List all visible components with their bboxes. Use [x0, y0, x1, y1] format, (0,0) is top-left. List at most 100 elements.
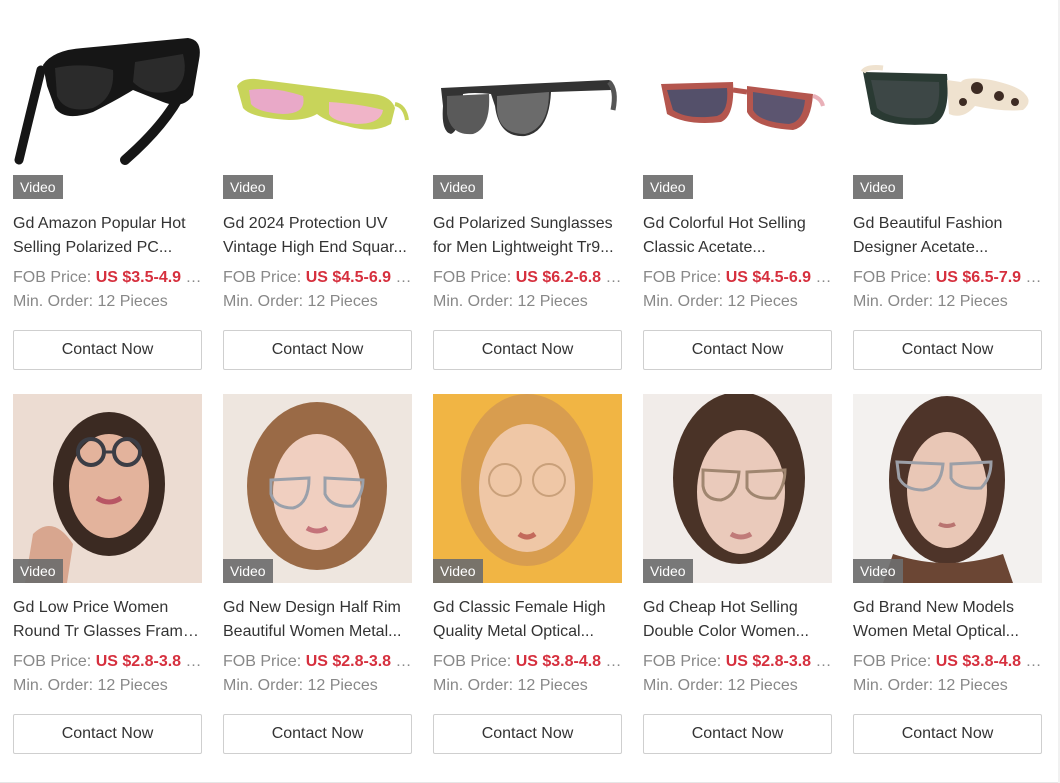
product-price: FOB Price: US $3.8-4.8 /...: [433, 650, 622, 674]
product-title[interactable]: Gd Cheap Hot Selling Double Color Women.…: [643, 596, 832, 644]
acetate-sunglasses-image: [860, 65, 1029, 125]
product-image[interactable]: Video: [13, 10, 202, 199]
contact-now-button[interactable]: Contact Now: [13, 714, 202, 754]
min-order: Min. Order: 12 Pieces: [223, 677, 378, 694]
product-price: FOB Price: US $4.5-6.9 /...: [223, 266, 412, 290]
product-price: FOB Price: US $2.8-3.8 /...: [13, 650, 202, 674]
product-card: Video Gd Low Price Women Round Tr Glasse…: [13, 394, 202, 761]
product-title-line[interactable]: Gd New Design Half Rim: [223, 596, 412, 620]
product-price: FOB Price: US $4.5-6.9 /...: [643, 266, 832, 290]
product-title-line[interactable]: Gd Low Price Women: [13, 596, 202, 620]
price-suffix: /...: [1025, 653, 1042, 670]
price-suffix: /...: [185, 653, 202, 670]
polarized-sunglasses-image: [441, 80, 617, 137]
product-image[interactable]: Video: [223, 394, 412, 583]
product-title-line[interactable]: Gd Colorful Hot Selling: [643, 212, 832, 236]
product-grid-page: Video Gd Amazon Popular Hot Selling Pola…: [0, 0, 1060, 783]
product-price: FOB Price: US $6.5-7.9 /...: [853, 266, 1042, 290]
product-title[interactable]: Gd Polarized Sunglasses for Men Lightwei…: [433, 212, 622, 260]
product-price: FOB Price: US $6.2-6.8 /...: [433, 266, 622, 290]
price-amount: US $3.5-4.9: [95, 269, 182, 286]
product-card: Video Gd 2024 Protection UV Vintage High…: [223, 10, 412, 377]
contact-now-button[interactable]: Contact Now: [643, 330, 832, 370]
contact-now-button[interactable]: Contact Now: [853, 714, 1042, 754]
contact-now-button[interactable]: Contact Now: [223, 330, 412, 370]
product-card: Video Gd Polarized Sunglasses for Men Li…: [433, 10, 622, 377]
product-title-line[interactable]: Gd Brand New Models: [853, 596, 1042, 620]
product-title[interactable]: Gd Brand New Models Women Metal Optical.…: [853, 596, 1042, 644]
min-order: Min. Order: 12 Pieces: [643, 677, 798, 694]
product-title-line[interactable]: Gd Classic Female High: [433, 596, 622, 620]
price-label: FOB Price:: [13, 269, 92, 286]
product-image[interactable]: Video: [433, 10, 622, 199]
price-suffix: /...: [1025, 269, 1042, 286]
price-label: FOB Price:: [643, 269, 722, 286]
price-amount: US $4.5-6.9: [305, 269, 392, 286]
price-suffix: /...: [395, 269, 412, 286]
product-image[interactable]: Video: [853, 394, 1042, 583]
video-badge: Video: [13, 559, 63, 583]
product-grid: Video Gd Amazon Popular Hot Selling Pola…: [13, 10, 1042, 761]
product-title-line[interactable]: Women Metal Optical...: [853, 620, 1042, 644]
product-title-line[interactable]: Classic Acetate...: [643, 236, 832, 260]
product-title[interactable]: Gd Low Price Women Round Tr Glasses Fram…: [13, 596, 202, 644]
product-title[interactable]: Gd 2024 Protection UV Vintage High End S…: [223, 212, 412, 260]
product-title-line[interactable]: Beautiful Women Metal...: [223, 620, 412, 644]
product-title[interactable]: Gd Amazon Popular Hot Selling Polarized …: [13, 212, 202, 260]
product-title[interactable]: Gd Beautiful Fashion Designer Acetate...: [853, 212, 1042, 260]
product-title-line[interactable]: for Men Lightweight Tr9...: [433, 236, 622, 260]
product-title-line[interactable]: Gd Polarized Sunglasses: [433, 212, 622, 236]
product-card: Video Gd New Design Half Rim Beautiful W…: [223, 394, 412, 761]
min-order: Min. Order: 12 Pieces: [13, 293, 168, 310]
product-title[interactable]: Gd Colorful Hot Selling Classic Acetate.…: [643, 212, 832, 260]
product-price: FOB Price: US $2.8-3.8 /...: [223, 650, 412, 674]
price-amount: US $2.8-3.8: [725, 653, 812, 670]
tortoise-sunglasses-image: [661, 82, 825, 130]
min-order: Min. Order: 12 Pieces: [433, 293, 588, 310]
product-card: Video Gd Brand New Models Women Metal Op…: [853, 394, 1042, 761]
product-title-line[interactable]: Gd Beautiful Fashion: [853, 212, 1042, 236]
contact-now-button[interactable]: Contact Now: [433, 714, 622, 754]
video-badge: Video: [643, 559, 693, 583]
price-label: FOB Price:: [853, 653, 932, 670]
product-image[interactable]: Video: [223, 10, 412, 199]
video-badge: Video: [13, 175, 63, 199]
product-title-line[interactable]: Round Tr Glasses Frame...: [13, 620, 202, 644]
price-amount: US $3.8-4.8: [935, 653, 1022, 670]
product-image[interactable]: Video: [433, 394, 622, 583]
product-title-line[interactable]: Double Color Women...: [643, 620, 832, 644]
black-sunglasses-image: [14, 38, 200, 165]
price-label: FOB Price:: [13, 653, 92, 670]
product-card: Video Gd Cheap Hot Selling Double Color …: [643, 394, 832, 761]
product-title-line[interactable]: Gd Cheap Hot Selling: [643, 596, 832, 620]
price-label: FOB Price:: [223, 269, 302, 286]
product-image[interactable]: Video: [13, 394, 202, 583]
product-title-line[interactable]: Gd 2024 Protection UV: [223, 212, 412, 236]
price-amount: US $2.8-3.8: [305, 653, 392, 670]
min-order: Min. Order: 12 Pieces: [223, 293, 378, 310]
product-price: FOB Price: US $3.5-4.9 /...: [13, 266, 202, 290]
contact-now-button[interactable]: Contact Now: [223, 714, 412, 754]
product-image[interactable]: Video: [643, 394, 832, 583]
product-image[interactable]: Video: [643, 10, 832, 199]
product-title-line[interactable]: Selling Polarized PC...: [13, 236, 202, 260]
video-badge: Video: [433, 175, 483, 199]
contact-now-button[interactable]: Contact Now: [643, 714, 832, 754]
product-title-line[interactable]: Vintage High End Squar...: [223, 236, 412, 260]
contact-now-button[interactable]: Contact Now: [13, 330, 202, 370]
product-image[interactable]: Video: [853, 10, 1042, 199]
price-amount: US $4.5-6.9: [725, 269, 812, 286]
model-metal-optical-image: [433, 394, 622, 583]
product-title[interactable]: Gd Classic Female High Quality Metal Opt…: [433, 596, 622, 644]
product-card: Video Gd Amazon Popular Hot Selling Pola…: [13, 10, 202, 377]
product-title-line[interactable]: Designer Acetate...: [853, 236, 1042, 260]
product-title-line[interactable]: Gd Amazon Popular Hot: [13, 212, 202, 236]
video-badge: Video: [853, 175, 903, 199]
product-title-line[interactable]: Quality Metal Optical...: [433, 620, 622, 644]
price-amount: US $6.2-6.8: [515, 269, 602, 286]
green-sunglasses-image: [237, 78, 409, 130]
contact-now-button[interactable]: Contact Now: [853, 330, 1042, 370]
product-title[interactable]: Gd New Design Half Rim Beautiful Women M…: [223, 596, 412, 644]
contact-now-button[interactable]: Contact Now: [433, 330, 622, 370]
video-badge: Video: [433, 559, 483, 583]
